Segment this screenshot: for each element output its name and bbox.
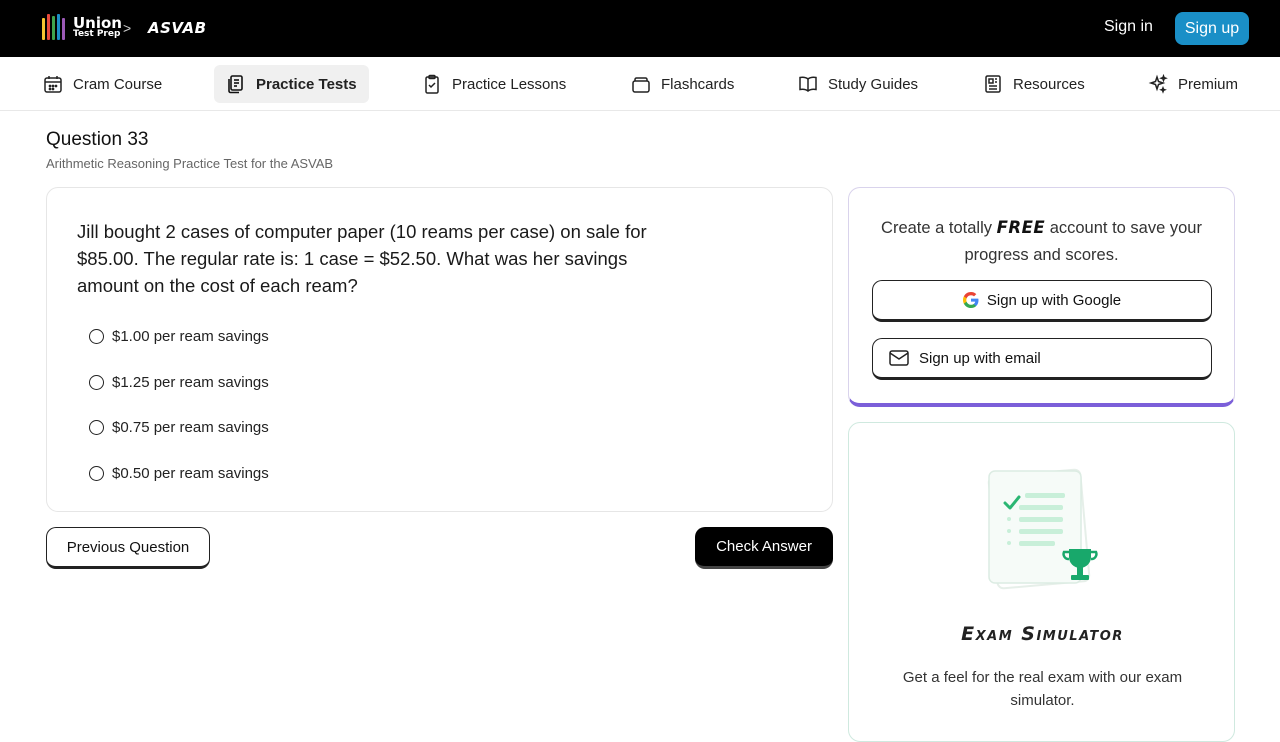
logo-text: Union Test Prep (73, 13, 122, 39)
nav-label: Cram Course (73, 75, 163, 93)
radio-button[interactable] (89, 375, 104, 390)
top-bar: Union Test Prep > ASVAB Sign in Sign up (0, 0, 1280, 57)
google-button-label: Sign up with Google (986, 291, 1122, 309)
nav-item-study-guides[interactable]: Study Guides (788, 65, 928, 103)
cards-icon (632, 77, 650, 93)
question-subtitle: Arithmetic Reasoning Practice Test for t… (46, 156, 334, 171)
exam-simulator-card[interactable]: Exam Simulator Get a feel for the real e… (848, 422, 1235, 742)
nav-item-premium[interactable]: Premium (1138, 65, 1248, 103)
nav-label: Practice Tests (256, 75, 357, 93)
radio-button[interactable] (89, 466, 104, 481)
documents-icon (228, 75, 243, 94)
sparkle-icon (1148, 74, 1168, 94)
nav-label: Study Guides (828, 75, 919, 93)
answer-option-label: $0.50 per ream savings (112, 465, 269, 482)
exam-simulator-description: Get a feel for the real exam with our ex… (902, 669, 1183, 709)
exam-checklist-trophy-illustration (987, 468, 1098, 590)
previous-question-button[interactable]: Previous Question (46, 527, 210, 569)
nav-item-resources[interactable]: Resources (973, 65, 1095, 103)
nav-item-practice-tests[interactable]: Practice Tests (214, 65, 369, 103)
answer-option[interactable]: $1.25 per ream savings (89, 374, 269, 391)
nav-label: Flashcards (661, 75, 735, 93)
answer-option[interactable]: $0.75 per ream savings (89, 419, 269, 436)
sign-up-button[interactable]: Sign up (1175, 12, 1249, 45)
union-test-prep-logo[interactable]: Union Test Prep (42, 14, 122, 40)
nav-label: Resources (1013, 75, 1085, 93)
question-text: Jill bought 2 cases of computer paper (1… (77, 221, 647, 296)
nav-label: Premium (1178, 75, 1239, 93)
google-icon (962, 292, 979, 308)
newspaper-icon (985, 75, 1001, 93)
question-card: Jill bought 2 cases of computer paper (1… (46, 187, 833, 512)
sign-up-email-button[interactable]: Sign up with email (872, 338, 1212, 380)
question-title: Question 33 (46, 129, 149, 150)
email-button-label: Sign up with email (919, 349, 1041, 367)
logo-line2: Test Prep (73, 28, 121, 39)
exam-simulator-title: Exam Simulator (961, 623, 1124, 645)
sign-in-link[interactable]: Sign in (1104, 18, 1153, 36)
radio-button[interactable] (89, 329, 104, 344)
sign-up-google-button[interactable]: Sign up with Google (872, 280, 1212, 322)
nav-item-flashcards[interactable]: Flashcards (621, 65, 744, 103)
calendar-icon (44, 76, 62, 93)
clipboard-check-icon (425, 74, 439, 94)
chevron-right-icon: > (123, 20, 132, 36)
breadcrumb-asvab[interactable]: ASVAB (148, 19, 207, 37)
logo-line1: Union (73, 13, 122, 32)
nav-item-cram-course[interactable]: Cram Course (33, 65, 172, 103)
main-nav: Cram Course Practice Tests Practice Less… (0, 57, 1280, 111)
answer-option[interactable]: $0.50 per ream savings (89, 465, 269, 482)
book-icon (799, 76, 817, 92)
answer-option[interactable]: $1.00 per ream savings (89, 328, 269, 345)
answer-option-label: $1.00 per ream savings (112, 328, 269, 345)
answer-option-label: $0.75 per ream savings (112, 419, 269, 436)
radio-button[interactable] (89, 420, 104, 435)
signup-text-before: Create a totally (881, 219, 997, 237)
check-answer-button[interactable]: Check Answer (695, 527, 833, 569)
signup-card: Create a totally FREE account to save yo… (848, 187, 1235, 407)
mail-icon (889, 350, 909, 366)
logo-bars-icon (42, 14, 65, 40)
signup-prompt: Create a totally FREE account to save yo… (869, 214, 1214, 269)
nav-label: Practice Lessons (452, 75, 567, 93)
answer-option-label: $1.25 per ream savings (112, 374, 269, 391)
nav-item-practice-lessons[interactable]: Practice Lessons (412, 65, 576, 103)
free-emphasis: FREE (996, 218, 1046, 237)
